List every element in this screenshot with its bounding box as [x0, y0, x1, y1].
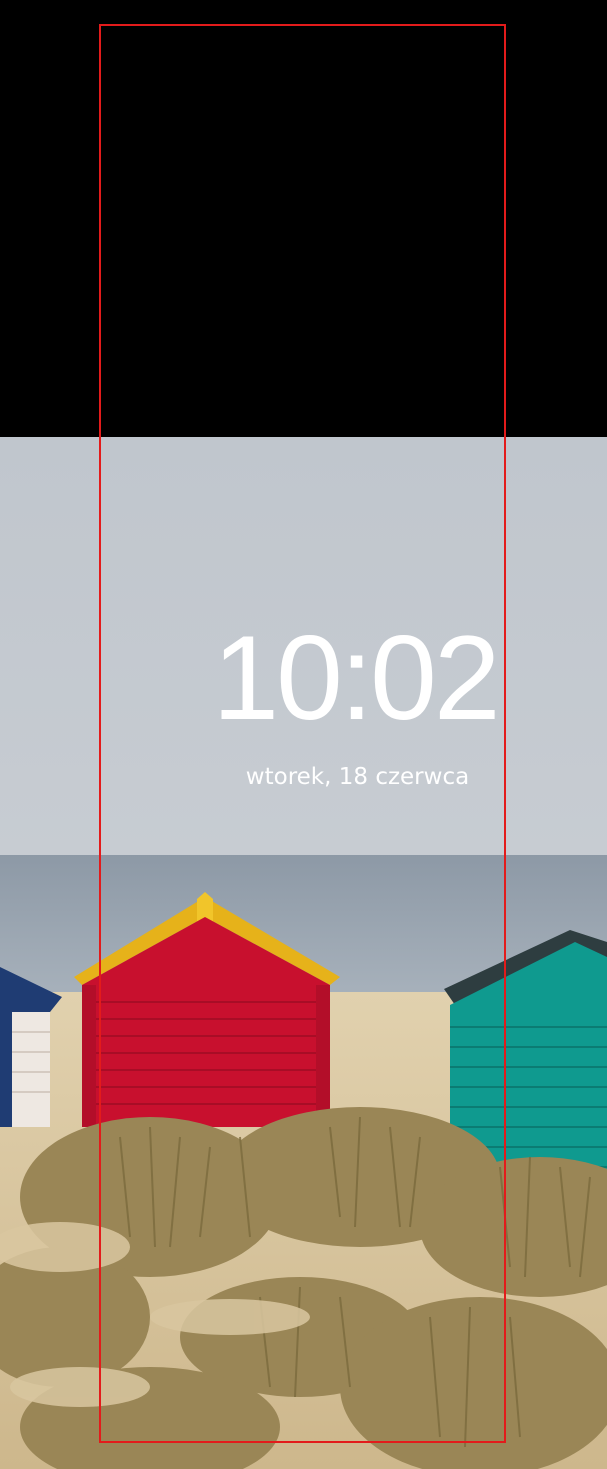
beach-huts-wallpaper-icon — [0, 437, 607, 1469]
lockscreen-date: wtorek, 18 czerwca — [245, 764, 470, 790]
lockscreen-wallpaper — [0, 437, 607, 1469]
black-top-area — [0, 0, 607, 437]
lockscreen-clock: 10:02 — [212, 611, 500, 745]
